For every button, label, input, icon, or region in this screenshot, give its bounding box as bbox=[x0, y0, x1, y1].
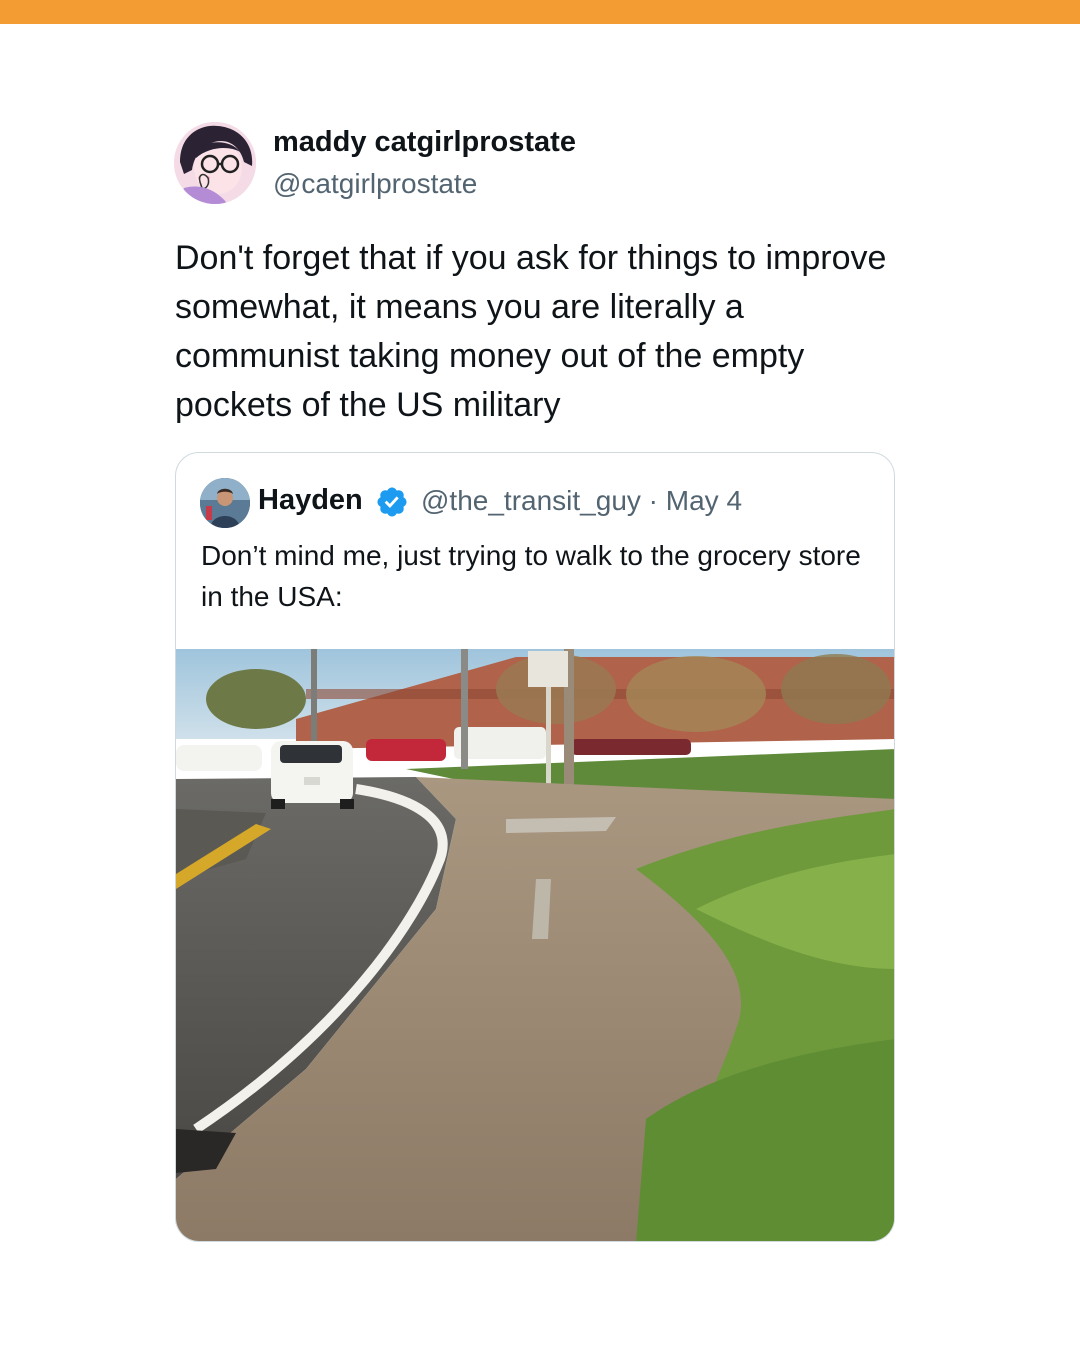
author-avatar[interactable] bbox=[174, 122, 256, 204]
quoted-post-date[interactable]: May 4 bbox=[666, 485, 742, 516]
quoted-author-handle[interactable]: @the_transit_guy bbox=[421, 485, 641, 516]
post-text: Don't forget that if you ask for things … bbox=[175, 239, 887, 424]
meta-separator: · bbox=[648, 485, 658, 516]
quoted-author-name[interactable]: Hayden bbox=[258, 484, 363, 517]
quoted-post-photo[interactable] bbox=[176, 649, 895, 1242]
author-name[interactable]: maddy catgirlprostate bbox=[273, 126, 576, 159]
quoted-author-avatar[interactable] bbox=[200, 478, 250, 528]
quoted-post-text: Don’t mind me, just trying to walk to th… bbox=[201, 540, 861, 612]
quoted-post-meta: @the_transit_guy · May 4 bbox=[421, 485, 742, 517]
author-handle[interactable]: @catgirlprostate bbox=[273, 168, 477, 200]
verified-badge-icon bbox=[377, 487, 407, 517]
quoted-post-card[interactable]: Hayden @the_transit_guy · May 4 Don’t mi… bbox=[175, 452, 895, 1242]
top-accent-bar bbox=[0, 0, 1080, 24]
